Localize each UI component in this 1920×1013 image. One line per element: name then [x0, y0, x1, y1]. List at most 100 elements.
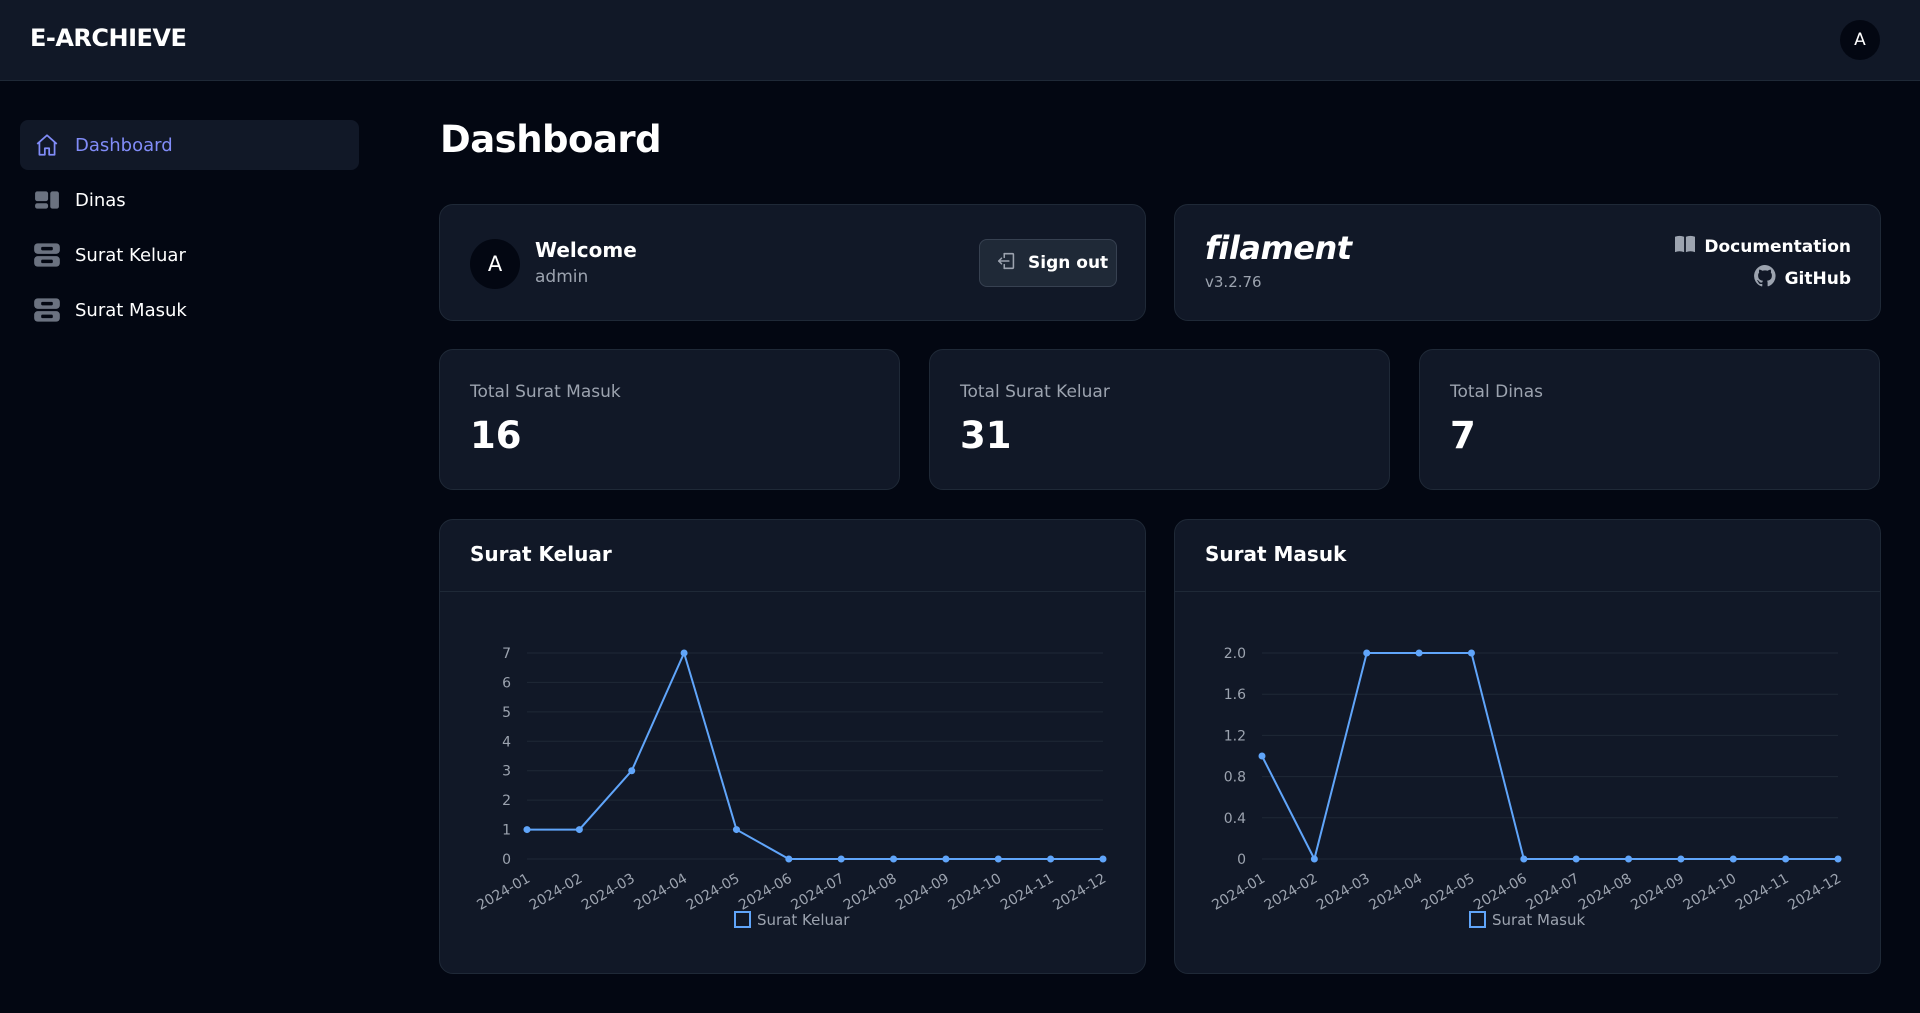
x-tick-label: 2024-01	[474, 871, 533, 914]
chart-title: Surat Masuk	[1205, 542, 1347, 566]
stat-value: 16	[470, 414, 522, 457]
y-tick-label: 3	[502, 764, 511, 780]
sidebar-item-surat-keluar[interactable]: Surat Keluar	[20, 230, 359, 280]
welcome-username: admin	[535, 267, 589, 287]
sidebar: Dashboard Dinas Surat Keluar Surat Masuk	[20, 120, 359, 340]
y-tick-label: 1.2	[1224, 728, 1246, 744]
sign-out-label: Sign out	[1028, 253, 1109, 273]
filament-logo: filament	[1205, 229, 1352, 267]
line-chart-surat-masuk: 00.40.81.21.62.02024-012024-022024-03202…	[1209, 646, 1844, 929]
x-tick-label: 2024-06	[736, 871, 795, 914]
x-tick-label: 2024-08	[841, 871, 900, 914]
data-point	[1467, 649, 1475, 657]
sign-out-button[interactable]: Sign out	[979, 239, 1117, 287]
user-avatar[interactable]: A	[1840, 20, 1880, 60]
x-tick-label: 2024-04	[631, 871, 690, 914]
x-tick-label: 2024-05	[1419, 871, 1478, 914]
inbox-stack-icon	[32, 295, 62, 325]
y-tick-label: 0	[1237, 852, 1246, 868]
documentation-link[interactable]: Documentation	[1674, 234, 1851, 259]
stat-card-total-surat-masuk: Total Surat Masuk 16	[439, 349, 900, 490]
y-tick-label: 1	[502, 823, 511, 839]
y-tick-label: 7	[502, 646, 511, 662]
x-tick-label: 2024-10	[1681, 871, 1740, 914]
x-tick-label: 2024-02	[527, 871, 586, 914]
filament-info-card: filament v3.2.76	[1174, 204, 1881, 321]
data-point	[1099, 855, 1107, 863]
y-tick-label: 0.4	[1224, 811, 1246, 827]
stat-label: Total Surat Masuk	[470, 382, 621, 402]
stat-label: Total Dinas	[1450, 382, 1543, 402]
stat-card-total-surat-keluar: Total Surat Keluar 31	[929, 349, 1390, 490]
data-point	[732, 826, 740, 834]
data-point	[994, 855, 1002, 863]
data-point	[1834, 855, 1842, 863]
x-tick-label: 2024-07	[789, 871, 848, 914]
x-tick-label: 2024-03	[579, 871, 638, 914]
github-icon	[1753, 264, 1777, 293]
filament-version: v3.2.76	[1205, 273, 1262, 291]
sidebar-item-dinas[interactable]: Dinas	[20, 175, 359, 225]
top-bar: E-ARCHIEVE A	[0, 0, 1920, 81]
stat-value: 31	[960, 414, 1012, 457]
x-tick-label: 2024-05	[684, 871, 743, 914]
data-point	[1415, 649, 1423, 657]
chart-title: Surat Keluar	[470, 542, 612, 566]
data-point	[1572, 855, 1580, 863]
y-tick-label: 2	[502, 793, 511, 809]
x-tick-label: 2024-06	[1471, 871, 1530, 914]
stat-value: 7	[1450, 414, 1476, 457]
dinas-icon	[32, 185, 62, 215]
legend-label: Surat Masuk	[1492, 911, 1585, 929]
data-point	[1729, 855, 1737, 863]
legend-swatch	[734, 911, 751, 928]
sidebar-item-label: Surat Keluar	[75, 244, 186, 266]
y-tick-label: 0.8	[1224, 770, 1246, 786]
data-point	[1258, 752, 1266, 760]
y-tick-label: 6	[502, 675, 511, 691]
x-tick-label: 2024-11	[1733, 871, 1792, 914]
legend-label: Surat Keluar	[757, 911, 850, 929]
data-point	[1047, 855, 1055, 863]
y-tick-label: 4	[502, 734, 511, 750]
github-link[interactable]: GitHub	[1753, 264, 1851, 293]
y-tick-label: 0	[502, 852, 511, 868]
x-tick-label: 2024-12	[1785, 871, 1844, 914]
data-point	[1677, 855, 1685, 863]
documentation-label: Documentation	[1704, 236, 1851, 257]
data-point	[785, 855, 793, 863]
sidebar-item-surat-masuk[interactable]: Surat Masuk	[20, 285, 359, 335]
x-tick-label: 2024-09	[1628, 871, 1687, 914]
avatar: A	[470, 239, 520, 289]
data-point	[680, 649, 688, 657]
data-point	[1520, 855, 1528, 863]
stat-label: Total Surat Keluar	[960, 382, 1110, 402]
data-point	[1782, 855, 1790, 863]
x-tick-label: 2024-04	[1366, 871, 1425, 914]
data-point	[523, 826, 531, 834]
sidebar-item-dashboard[interactable]: Dashboard	[20, 120, 359, 170]
legend-swatch	[1469, 911, 1486, 928]
chart-card-surat-keluar: Surat Keluar 0 1 2 3 4 5 6 7 2024-01 2024-02 2024-…	[439, 519, 1146, 974]
y-tick-label: 1.6	[1224, 687, 1246, 703]
welcome-card: A Welcome admin Sign out	[439, 204, 1146, 321]
x-tick-label: 2024-08	[1576, 871, 1635, 914]
brand-logo[interactable]: E-ARCHIEVE	[30, 24, 187, 52]
x-tick-label: 2024-02	[1262, 871, 1321, 914]
inbox-stack-icon	[32, 240, 62, 270]
data-point	[890, 855, 898, 863]
sidebar-item-label: Dashboard	[75, 134, 173, 156]
book-icon	[1674, 234, 1696, 259]
y-tick-label: 5	[502, 705, 511, 721]
data-point	[575, 826, 583, 834]
x-tick-label: 2024-07	[1524, 871, 1583, 914]
x-tick-label: 2024-01	[1209, 871, 1268, 914]
sidebar-item-label: Surat Masuk	[75, 299, 187, 321]
series-line	[527, 650, 1103, 860]
page-title: Dashboard	[440, 118, 662, 161]
series-line	[1261, 652, 1838, 862]
data-point	[837, 855, 845, 863]
x-tick-label: 2024-10	[946, 871, 1005, 914]
x-tick-label: 2024-03	[1314, 871, 1373, 914]
chart-card-surat-masuk: Surat Masuk 0 0.4 0.8 1.2 1.6 2.0 2024-01 2024-…	[1174, 519, 1881, 974]
